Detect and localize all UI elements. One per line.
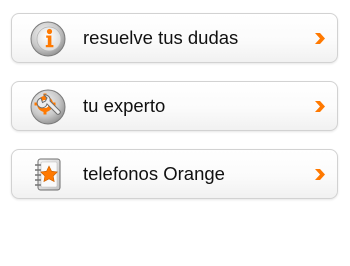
info-icon (28, 19, 68, 59)
menu-item-label: tu experto (83, 95, 166, 116)
address-book-star-icon (28, 155, 68, 195)
menu-item-resuelve-tus-dudas[interactable]: resuelve tus dudas (11, 13, 338, 63)
chevron-right-icon (314, 32, 326, 45)
chevron-right-icon (314, 100, 326, 113)
menu-item-label: telefonos Orange (83, 163, 225, 184)
menu-item-tu-experto[interactable]: tu experto (11, 81, 338, 131)
menu-item-telefonos-orange[interactable]: telefonos Orange (11, 149, 338, 199)
menu-item-label: resuelve tus dudas (83, 27, 239, 48)
wrench-gear-icon (28, 87, 68, 127)
chevron-right-icon (314, 168, 326, 181)
